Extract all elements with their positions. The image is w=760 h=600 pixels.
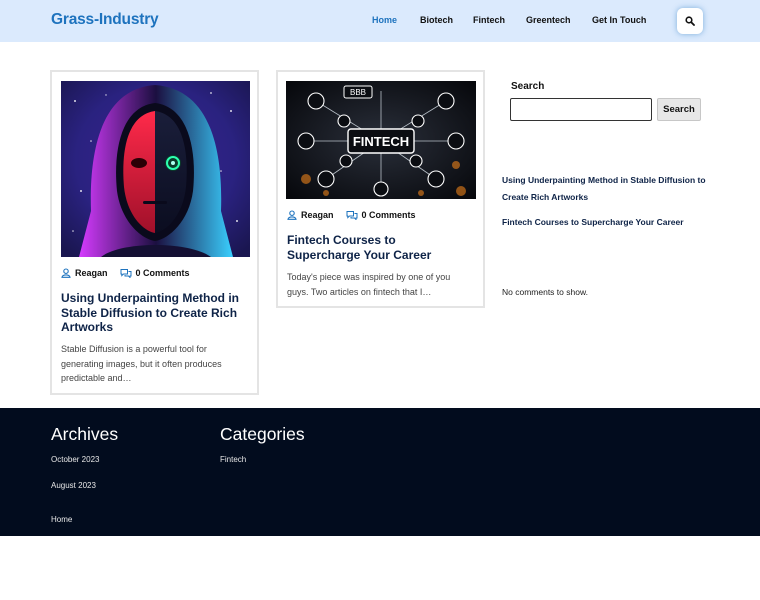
- post-title[interactable]: Fintech Courses to Supercharge Your Care…: [287, 233, 472, 262]
- site-header: Grass-Industry Home Biotech Fintech Gree…: [0, 0, 760, 42]
- comments-icon: [346, 211, 358, 220]
- footer-archives-title: Archives: [51, 424, 119, 444]
- user-icon: [61, 268, 71, 278]
- recent-post-link[interactable]: Using Underpainting Method in Stable Dif…: [502, 172, 712, 206]
- nav-get-in-touch[interactable]: Get In Touch: [592, 15, 646, 25]
- post-meta: Reagan 0 Comments: [61, 268, 190, 278]
- footer-home-link[interactable]: Home: [51, 515, 72, 524]
- post-comments-count[interactable]: 0 Comments: [362, 210, 416, 220]
- post-image-fintech[interactable]: BBB FINTECH: [286, 81, 476, 199]
- site-footer: Archives October 2023 August 2023 Catego…: [0, 408, 760, 536]
- category-link[interactable]: Fintech: [220, 455, 246, 464]
- recent-comments-empty: No comments to show.: [502, 287, 588, 297]
- site-logo[interactable]: Grass-Industry: [51, 11, 159, 29]
- nav-biotech[interactable]: Biotech: [420, 15, 453, 25]
- post-image-android[interactable]: [61, 81, 250, 257]
- post-meta: Reagan 0 Comments: [287, 210, 416, 220]
- sidebar-search-input[interactable]: [510, 98, 652, 121]
- nav-home[interactable]: Home: [372, 15, 397, 25]
- post-card: BBB FINTECH Reagan 0 Comments Fintech Co…: [276, 70, 485, 308]
- post-author[interactable]: Reagan: [301, 210, 334, 220]
- nav-greentech[interactable]: Greentech: [526, 15, 571, 25]
- fintech-label: FINTECH: [353, 134, 409, 149]
- footer-categories-title: Categories: [220, 424, 305, 444]
- comments-icon: [120, 269, 132, 278]
- header-search-button[interactable]: [677, 8, 703, 34]
- post-excerpt: Stable Diffusion is a powerful tool for …: [61, 344, 222, 383]
- archive-link[interactable]: October 2023: [51, 455, 99, 464]
- sidebar-search-label: Search: [511, 81, 545, 92]
- sidebar-search-button[interactable]: Search: [657, 98, 701, 121]
- post-comments-count[interactable]: 0 Comments: [136, 268, 190, 278]
- post-image-art: BBB FINTECH: [286, 81, 476, 199]
- post-title[interactable]: Using Underpainting Method in Stable Dif…: [61, 291, 241, 335]
- user-icon: [287, 210, 297, 220]
- archive-link[interactable]: August 2023: [51, 481, 96, 490]
- post-card: Reagan 0 Comments Using Underpainting Me…: [50, 70, 259, 395]
- bbb-badge: BBB: [350, 88, 366, 97]
- nav-fintech[interactable]: Fintech: [473, 15, 505, 25]
- post-excerpt: Today's piece was inspired by one of you…: [287, 272, 451, 297]
- post-image-art: [61, 81, 250, 257]
- recent-post-link[interactable]: Fintech Courses to Supercharge Your Care…: [502, 214, 712, 231]
- search-icon: [685, 16, 695, 26]
- post-author[interactable]: Reagan: [75, 268, 108, 278]
